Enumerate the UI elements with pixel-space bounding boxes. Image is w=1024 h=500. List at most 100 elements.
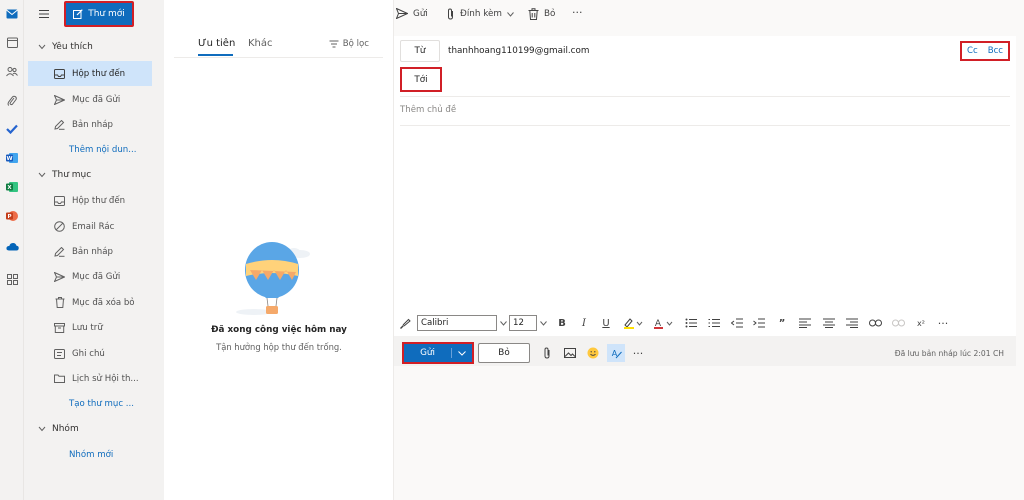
toolbar-send-button[interactable]: Gửi — [396, 8, 428, 19]
new-group-link[interactable]: Nhóm mới — [69, 450, 113, 460]
subject-divider — [400, 125, 1010, 126]
bullets-icon[interactable] — [684, 316, 698, 330]
chevron-down-icon[interactable] — [498, 316, 508, 330]
word-icon[interactable]: W — [5, 151, 19, 165]
font-color-icon[interactable]: A — [652, 316, 674, 330]
superscript-icon[interactable]: x² — [914, 316, 928, 330]
svg-text:W: W — [6, 156, 12, 162]
hot-air-balloon-illustration — [236, 242, 310, 315]
align-right-icon[interactable] — [845, 316, 859, 330]
favorite-sent[interactable]: Mục đã Gửi — [28, 87, 152, 112]
compose-toolbar: Gửi Đính kèm Bỏ ··· — [394, 0, 1024, 32]
send-icon — [54, 94, 65, 105]
from-button[interactable]: Từ — [400, 40, 440, 62]
toolbar-attach-button[interactable]: Đính kèm — [446, 8, 514, 20]
emoji-icon[interactable] — [586, 346, 600, 360]
svg-text:P: P — [7, 214, 11, 220]
font-name-input[interactable]: Calibri — [417, 315, 497, 331]
numbering-icon[interactable] — [707, 316, 721, 330]
font-size-input[interactable]: 12 — [509, 315, 537, 331]
format-painter-icon[interactable] — [398, 316, 412, 330]
favorite-inbox[interactable]: Hộp thư đến — [28, 61, 152, 86]
folder-icon — [54, 373, 65, 384]
onedrive-icon[interactable] — [5, 239, 19, 253]
send-button[interactable]: Gửi — [402, 342, 474, 364]
cc-bcc-links: Cc Bcc — [960, 41, 1010, 61]
people-icon[interactable] — [5, 64, 19, 78]
bcc-link[interactable]: Bcc — [988, 46, 1003, 56]
tab-focused[interactable]: Ưu tiên — [198, 38, 235, 49]
new-mail-button[interactable]: Thư mới — [64, 1, 134, 27]
attach-icon — [448, 8, 453, 20]
draft-saved-status: Đã lưu bản nháp lúc 2:01 CH — [894, 349, 1004, 358]
tab-other[interactable]: Khác — [248, 38, 273, 49]
junk-icon — [54, 221, 65, 232]
more-format-icon[interactable]: ··· — [936, 316, 950, 330]
remove-link-icon[interactable] — [891, 316, 905, 330]
decrease-indent-icon[interactable] — [730, 316, 744, 330]
send-label: Gửi — [404, 348, 452, 358]
more-options-icon[interactable]: ··· — [631, 346, 645, 360]
chevron-down-icon — [38, 44, 46, 50]
hamburger-menu-icon[interactable] — [38, 9, 50, 19]
discard-button[interactable]: Bỏ — [478, 343, 530, 363]
folders-header[interactable]: Thư mục — [38, 170, 91, 180]
trash-icon — [528, 8, 539, 20]
trash-icon — [54, 297, 65, 308]
folder-junk[interactable]: Email Rác — [28, 214, 152, 239]
mail-icon[interactable] — [5, 7, 19, 21]
favorite-drafts[interactable]: Bản nháp — [28, 112, 152, 137]
folder-notes[interactable]: Ghi chú — [28, 341, 152, 366]
empty-inbox-subtitle: Tận hưởng hộp thư đến trống. — [216, 342, 342, 352]
folder-archive[interactable]: Lưu trữ — [28, 315, 152, 340]
calendar-icon[interactable] — [5, 35, 19, 49]
editor-icon[interactable]: A — [607, 344, 625, 362]
link-icon[interactable] — [868, 316, 882, 330]
cc-link[interactable]: Cc — [967, 46, 978, 56]
chevron-down-icon — [38, 426, 46, 432]
image-icon[interactable] — [563, 346, 577, 360]
highlight-icon[interactable] — [622, 316, 644, 330]
quote-icon[interactable]: ” — [776, 316, 788, 330]
apps-icon[interactable] — [5, 272, 19, 286]
toolbar-more-button[interactable]: ··· — [572, 6, 583, 19]
from-address: thanhhoang110199@gmail.com — [448, 46, 590, 56]
send-icon — [396, 8, 408, 19]
toolbar-discard-button[interactable]: Bỏ — [528, 8, 555, 20]
new-mail-label: Thư mới — [88, 9, 125, 19]
underline-icon[interactable]: U — [600, 316, 612, 330]
align-left-icon[interactable] — [798, 316, 812, 330]
chevron-down-icon — [507, 11, 514, 17]
draft-icon — [54, 246, 65, 257]
chevron-down-icon[interactable] — [538, 316, 548, 330]
to-button[interactable]: Tới — [400, 67, 442, 92]
filter-icon — [329, 40, 339, 48]
groups-header[interactable]: Nhóm — [38, 424, 79, 434]
create-folder-link[interactable]: Tạo thư mục ... — [69, 399, 134, 409]
attach-icon[interactable] — [5, 94, 19, 108]
italic-icon[interactable]: I — [578, 316, 590, 330]
bold-icon[interactable]: B — [555, 316, 569, 330]
note-icon — [54, 348, 65, 359]
compose-pane: Từ thanhhoang110199@gmail.com Cc Bcc Tới… — [394, 36, 1016, 366]
todo-icon[interactable] — [5, 122, 19, 136]
folder-sent[interactable]: Mục đã Gửi — [28, 264, 152, 289]
folder-inbox[interactable]: Hộp thư đến — [28, 188, 152, 213]
favorites-header[interactable]: Yêu thích — [38, 42, 93, 52]
empty-inbox-title: Đã xong công việc hôm nay — [211, 325, 347, 335]
align-center-icon[interactable] — [822, 316, 836, 330]
folder-deleted[interactable]: Mục đã xóa bỏ — [28, 290, 152, 315]
attach-icon[interactable] — [540, 346, 554, 360]
chevron-down-icon[interactable] — [452, 350, 472, 356]
folder-drafts[interactable]: Bản nháp — [28, 239, 152, 264]
subject-input[interactable]: Thêm chủ đề — [400, 105, 456, 115]
increase-indent-icon[interactable] — [752, 316, 766, 330]
powerpoint-icon[interactable]: P — [5, 209, 19, 223]
archive-icon — [54, 322, 65, 333]
excel-icon[interactable]: X — [5, 180, 19, 194]
folder-pane: Thư mới Yêu thích Hộp thư đến Mục đã Gửi… — [24, 0, 164, 500]
filter-button[interactable]: Bộ lọc — [329, 39, 369, 49]
tab-focused-underline — [198, 54, 233, 56]
folder-conversation-history[interactable]: Lịch sử Hội th... — [28, 366, 152, 391]
add-favorite-link[interactable]: Thêm nội dun... — [69, 145, 136, 155]
